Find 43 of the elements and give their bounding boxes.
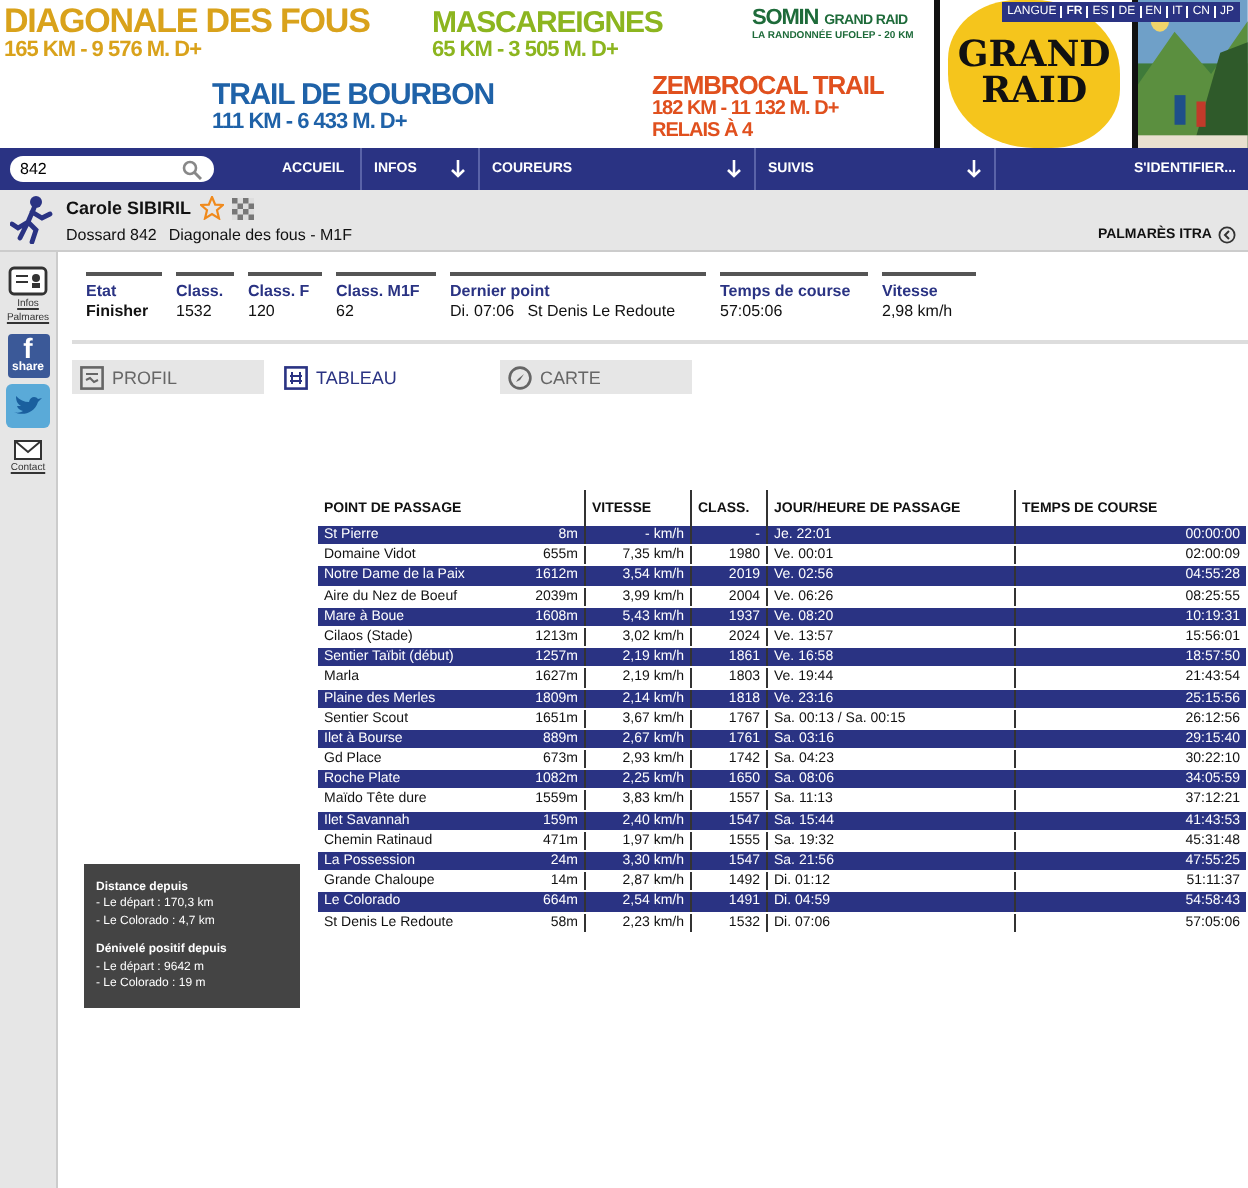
race-name[interactable]: TRAIL DE BOURBON [212,80,494,110]
view-tab[interactable]: PROFIL [72,360,264,394]
race-details: 182 KM - 11 132 M. D+ [652,100,841,120]
view-tab[interactable]: TABLEAU [276,360,468,394]
grid-icon [284,365,308,389]
stat-label: Dernier point [450,282,552,300]
down-arrow-icon [450,160,466,178]
compass-icon [508,365,532,389]
chart-icon [80,365,104,389]
down-arrow-icon [966,160,982,178]
stat-value: 120 [248,302,277,320]
down-arrow-icon [726,160,742,178]
race-name[interactable]: ZEMBROCAL TRAIL [652,72,884,98]
runner-name: Carole SIBIRIL [66,198,192,218]
stat-value: 62 [336,302,356,320]
search-field[interactable]: 842 [10,156,214,182]
checkered-flag-icon[interactable] [231,197,254,219]
race-name[interactable]: SOMIN [752,8,819,30]
race-details: 165 KM - 9 576 M. D+ [4,40,204,62]
stat-value: Di. 07:06 St Denis Le Redoute [450,302,678,320]
id-card-icon[interactable] [8,266,48,296]
race-details: 65 KM - 3 505 M. D+ [432,40,620,62]
stat-label: Temps de course [720,282,853,300]
stat-label: Vitesse [882,282,940,300]
stat-value: 1532 [176,302,214,320]
envelope-icon[interactable] [14,440,42,460]
star-icon[interactable] [199,196,224,220]
race-details: 111 KM - 6 433 M. D+ [212,112,409,134]
runner-icon [10,196,54,244]
stat-label: Class. M1F [336,282,422,300]
arrow-circle-icon[interactable] [1218,225,1236,243]
stat-label: Etat [86,282,119,300]
stat-value: 2,98 km/h [882,302,955,320]
race-details: RELAIS À 4 [652,122,755,142]
view-tab[interactable]: CARTE [500,360,692,394]
race-category: Diagonale des fous - M1F [168,226,352,244]
search-icon [182,160,202,180]
stat-value: 57:05:06 [720,302,785,320]
stat-value: Finisher [86,302,151,320]
bird-icon[interactable] [6,384,50,428]
stat-label: Class. F [248,282,312,300]
bib-number: Dossard 842 [66,226,157,244]
stat-label: Class. [176,282,226,300]
